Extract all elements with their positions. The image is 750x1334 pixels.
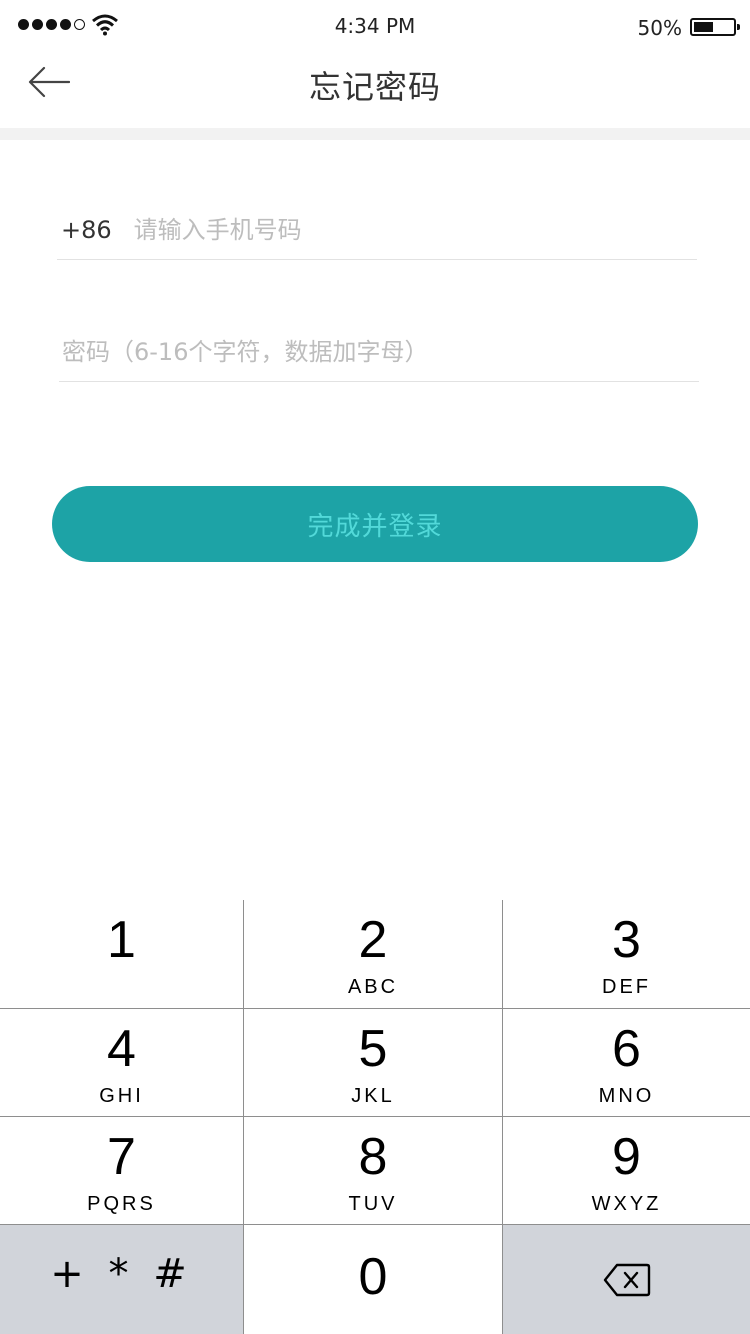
key-7[interactable]: 7 PQRS (0, 1117, 243, 1224)
key-3[interactable]: 3 DEF (503, 900, 750, 1008)
battery-nub (737, 24, 740, 30)
battery-icon (690, 18, 740, 36)
key-digit: 6 (612, 1020, 641, 1078)
key-2[interactable]: 2 ABC (244, 900, 502, 1008)
key-0[interactable]: 0 (244, 1225, 502, 1334)
keypad-divider (0, 1008, 750, 1009)
backspace-icon (603, 1263, 650, 1296)
keypad-divider (502, 900, 503, 1334)
complete-and-login-button[interactable]: 完成并登录 (52, 486, 698, 562)
password-input[interactable] (62, 337, 699, 366)
key-delete[interactable] (503, 1225, 750, 1334)
key-9[interactable]: 9 WXYZ (503, 1117, 750, 1224)
status-bar: 4:34 PM 50% (0, 0, 750, 54)
key-digit: 8 (358, 1128, 388, 1186)
key-digit: 0 (358, 1248, 388, 1306)
key-digit: 5 (358, 1020, 388, 1078)
keypad-divider (243, 900, 244, 1334)
key-digit: 4 (107, 1020, 136, 1078)
password-field (59, 322, 699, 382)
key-digit: 1 (107, 911, 136, 969)
key-letters: GHI (99, 1085, 144, 1107)
key-digit: 7 (107, 1128, 136, 1186)
key-1[interactable]: 1 (0, 900, 243, 1008)
key-letters: MNO (598, 1085, 655, 1107)
key-8[interactable]: 8 TUV (244, 1117, 502, 1224)
phone-input[interactable] (133, 215, 697, 244)
key-letters: DEF (602, 976, 651, 998)
key-letters: TUV (348, 1193, 398, 1215)
key-digit: 2 (358, 911, 388, 969)
symbols-label: + * # (50, 1251, 193, 1297)
key-symbols[interactable]: + * # (0, 1225, 243, 1334)
key-6[interactable]: 6 MNO (503, 1009, 750, 1116)
key-letters: ABC (347, 976, 399, 998)
key-digit: 3 (612, 911, 641, 969)
key-letters: JKL (351, 1085, 395, 1107)
phone-field: +86 (57, 200, 697, 260)
nav-divider (0, 128, 750, 140)
keypad-divider (0, 1116, 750, 1117)
keypad-divider (0, 1224, 750, 1225)
key-letters: PQRS (87, 1193, 156, 1215)
battery-fill (694, 22, 713, 32)
numeric-keypad: 1 2 ABC 3 DEF 4 GHI 5 JKL 6 MNO 7 PQRS 8… (0, 900, 750, 1334)
key-4[interactable]: 4 GHI (0, 1009, 243, 1116)
page-title: 忘记密码 (308, 68, 441, 106)
nav-bar: 忘记密码 (0, 54, 750, 128)
battery-percent: 50% (637, 16, 682, 40)
key-5[interactable]: 5 JKL (244, 1009, 502, 1116)
key-digit: 9 (612, 1128, 641, 1186)
country-code-prefix[interactable]: +86 (61, 216, 112, 244)
key-letters: WXYZ (591, 1193, 662, 1215)
